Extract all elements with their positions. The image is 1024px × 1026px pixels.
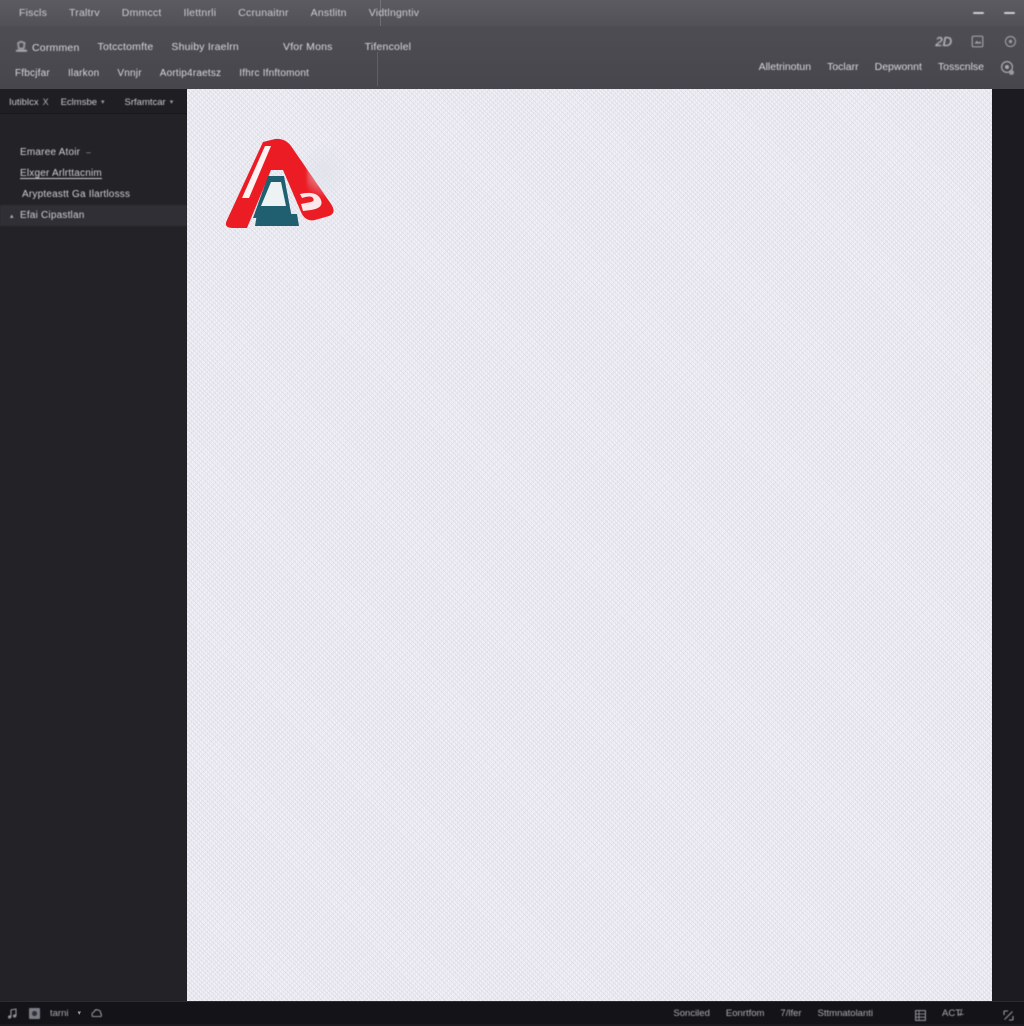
panel-tab-0[interactable]: Iutiblcx X: [6, 95, 52, 110]
view-mode-label[interactable]: 2D: [935, 34, 952, 49]
menu-item-6[interactable]: Vidtlngntiv: [358, 3, 430, 23]
app-thumbnail-icon[interactable]: [28, 1007, 41, 1020]
status-text-4[interactable]: Sttmnatolanti: [818, 1008, 873, 1019]
panel-tab-label-2: Srfamtcar: [124, 96, 166, 108]
tree-item-2[interactable]: Arypteastt Ga Ilartlosss: [0, 184, 187, 205]
menu-item-3[interactable]: Ilettnrli: [173, 3, 228, 23]
ribbon-right-0[interactable]: Alletrinotun: [759, 61, 812, 73]
ribbon-button-1[interactable]: Totcctomfte: [89, 38, 163, 56]
ribbon-button-8[interactable]: Aortip4raetsz: [151, 65, 231, 82]
panel-tab-strip: Iutiblcx X Eclmsbe ▾ Srfamtcar ▾: [0, 89, 187, 114]
status-right-group: Sonciled Eonrtfom 7/lfer Sttmnatolanti A…: [673, 1008, 1024, 1021]
ribbon-right-group: Alletrinotun Toclarr Depwonnt Tosscnlse: [759, 52, 1024, 82]
ribbon-right-3[interactable]: Tosscnlse: [938, 61, 984, 73]
menu-item-1[interactable]: Traltrv: [58, 3, 111, 23]
panel-tab-label-1: Eclmsbe: [60, 96, 98, 108]
ribbon-button-6[interactable]: Ilarkon: [59, 65, 108, 82]
close-icon[interactable]: X: [43, 97, 49, 107]
main-menu: Fiscls Traltrv Dmmcct Ilettnrli Ccrunait…: [0, 3, 430, 23]
document-canvas[interactable]: [187, 89, 992, 1002]
left-panel: Iutiblcx X Eclmsbe ▾ Srfamtcar ▾ Emaree …: [0, 89, 188, 1002]
tree-label-3: Efai Cipastlan: [20, 210, 85, 221]
cloud-sync-icon[interactable]: [90, 1007, 103, 1020]
application-window: Fiscls Traltrv Dmmcct Ilettnrli Ccrunait…: [0, 0, 1024, 1024]
ribbon-label-0: Cormmen: [32, 41, 80, 54]
status-left-group: tarni ▾: [0, 1007, 103, 1020]
tree-item-3[interactable]: ▴ Efai Cipastlan: [0, 205, 187, 226]
window-controls: [972, 0, 1016, 26]
ribbon-row-secondary: Ffbcjfar Ilarkon Vnnjr Aortip4raetsz Ifh…: [0, 62, 318, 84]
status-text-1[interactable]: Sonciled: [673, 1008, 709, 1019]
chevron-down-icon[interactable]: ▾: [101, 98, 105, 106]
menu-item-5[interactable]: Anstlitn: [300, 3, 358, 23]
stamp-icon: [15, 40, 28, 52]
minimize-button[interactable]: [972, 9, 985, 18]
ribbon-corner-group: 2D: [935, 28, 1018, 54]
status-mode-label[interactable]: ACT̸̵̵̶: [942, 1008, 961, 1019]
tree-label-0: Emaree Atoir: [20, 147, 81, 158]
dropdown-caret-icon[interactable]: ▾: [77, 1009, 81, 1017]
tree-item-1[interactable]: Elxger Arlrttacnim: [0, 163, 187, 184]
overflow-dot-icon[interactable]: [1009, 70, 1014, 75]
tree-label-1: Elxger Arlrttacnim: [20, 168, 102, 179]
ribbon-button-comment[interactable]: Cormmen: [6, 38, 89, 57]
ribbon-button-7[interactable]: Vnnjr: [108, 65, 150, 82]
settings-gear-icon[interactable]: [1003, 34, 1018, 49]
chevron-down-icon-2[interactable]: ▾: [170, 98, 174, 106]
ribbon-button-3[interactable]: Vfor Mons: [274, 38, 342, 56]
ribbon-right-1[interactable]: Toclarr: [827, 61, 859, 73]
ribbon-row-primary: Cormmen Totcctomfte Shuiby Iraelrn Vfor …: [0, 36, 420, 58]
ribbon-button-2[interactable]: Shuiby Iraelrn: [162, 38, 248, 56]
status-app-label: tarni: [50, 1007, 69, 1019]
ribbon-button-5[interactable]: Ffbcjfar: [6, 65, 59, 82]
menu-item-0[interactable]: Fiscls: [8, 3, 58, 23]
grid-toggle-icon[interactable]: [915, 1008, 926, 1021]
logo-highlight-smudge: [307, 147, 349, 199]
ribbon-button-9[interactable]: Ifhrc Ifnftomont: [230, 65, 318, 82]
tree-label-2: Arypteastt Ga Ilartlosss: [22, 189, 131, 200]
right-gutter: [992, 89, 1024, 1002]
music-note-icon[interactable]: [6, 1007, 19, 1020]
menu-item-2[interactable]: Dmmcct: [111, 3, 173, 23]
ribbon-divider: [377, 52, 378, 86]
ribbon-button-4[interactable]: Tifencolel: [356, 38, 421, 56]
tree-item-0[interactable]: Emaree Atoir –: [0, 142, 187, 163]
ribbon-toolbar: Cormmen Totcctomfte Shuiby Iraelrn Vfor …: [0, 26, 1024, 90]
expand-icon[interactable]: [1003, 1008, 1014, 1021]
layers-icon[interactable]: [970, 34, 985, 49]
panel-tab-2[interactable]: Srfamtcar ▾: [122, 95, 177, 110]
status-bar: tarni ▾ Sonciled Eonrtfom 7/lfer Sttmnat…: [0, 1001, 1024, 1024]
expand-caret-icon[interactable]: ▴: [10, 212, 18, 220]
tree-trail-0: –: [86, 148, 91, 157]
restore-button[interactable]: [1003, 9, 1016, 18]
status-text-2[interactable]: Eonrtfom: [726, 1008, 765, 1019]
panel-tab-1[interactable]: Eclmsbe ▾: [58, 95, 108, 110]
model-tree: Emaree Atoir – Elxger Arlrttacnim Arypte…: [0, 114, 187, 226]
menu-divider: [380, 0, 381, 26]
panel-tab-label-0: Iutiblcx: [9, 96, 39, 108]
title-bar: Fiscls Traltrv Dmmcct Ilettnrli Ccrunait…: [0, 0, 1024, 27]
ribbon-right-2[interactable]: Depwonnt: [875, 61, 922, 73]
status-text-3[interactable]: 7/lfer: [780, 1008, 801, 1019]
menu-item-4[interactable]: Ccrunaitnr: [227, 3, 299, 23]
